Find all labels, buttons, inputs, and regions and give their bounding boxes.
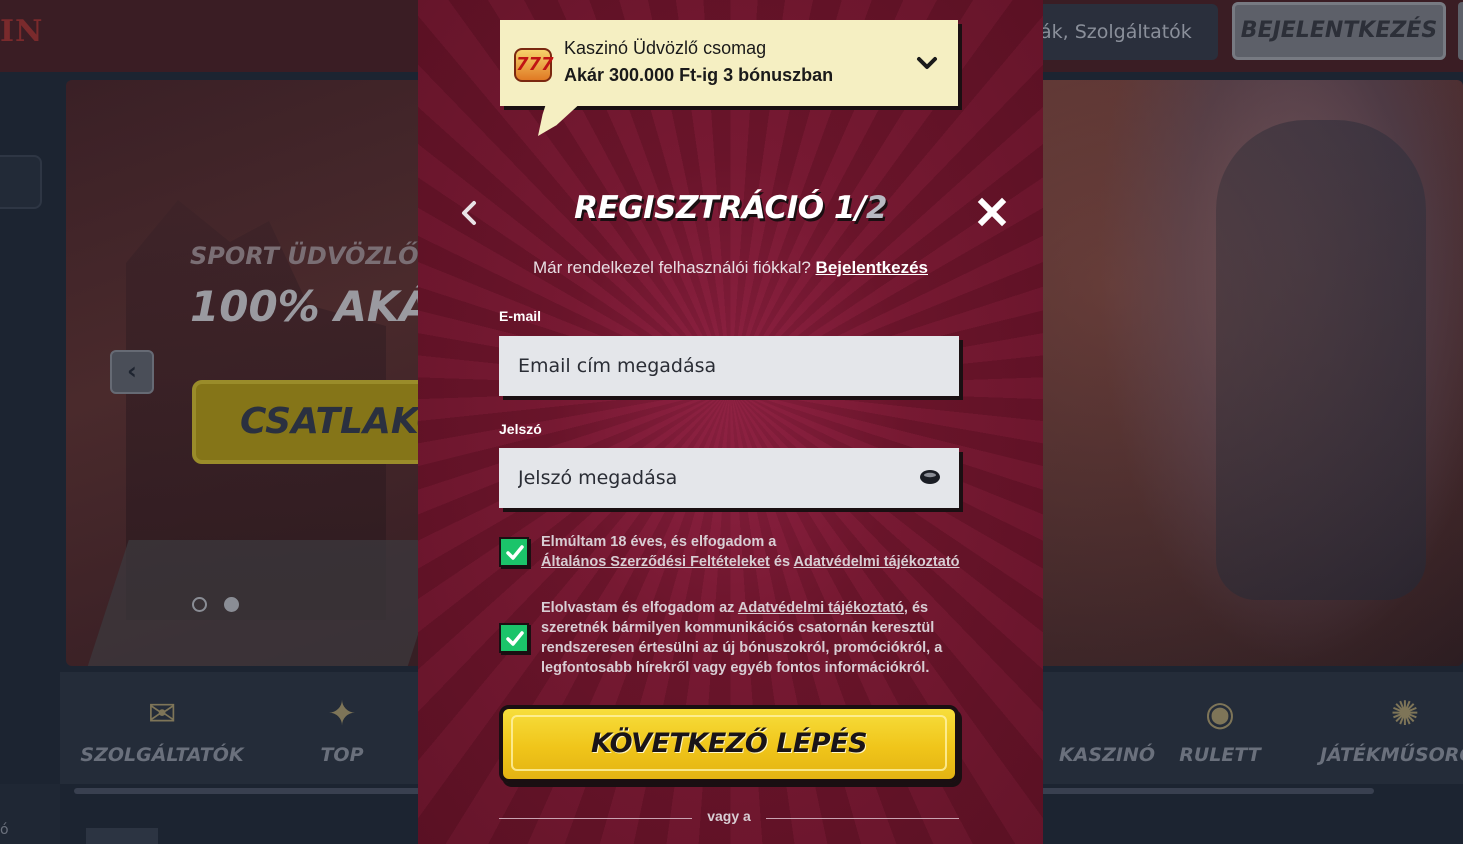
privacy-link[interactable]: Adatvédelmi tájékoztató <box>794 554 960 570</box>
sidebar-bottom: ó <box>0 784 60 844</box>
scroll-icon: ✉ <box>147 694 177 734</box>
consent-text: és <box>769 554 794 570</box>
checkmark-icon <box>506 545 524 560</box>
category-label: TOP <box>320 744 364 766</box>
marketing-consent: Elolvastam és elfogadom az Adatvédelmi t… <box>541 598 971 678</box>
header-extra-button[interactable] <box>1458 2 1463 60</box>
email-label: E-mail <box>499 308 542 324</box>
password-label: Jelszó <box>499 421 542 437</box>
banner-glow <box>1096 80 1463 666</box>
checkmark-icon <box>506 631 524 646</box>
close-icon[interactable] <box>976 196 1008 228</box>
shuriken-icon: ✦ <box>327 694 357 734</box>
bonus-subtitle: Akár 300.000 Ft-ig 3 bónuszban <box>564 65 834 85</box>
casino-icon <box>1085 692 1129 736</box>
game-card[interactable] <box>86 828 158 844</box>
consent-text: Elmúltam 18 éves, és elfogadom a <box>541 534 777 550</box>
category-top[interactable]: ✦ TOP <box>257 692 427 766</box>
login-prompt-text: Már rendelkezel felhasználói fiókkal? <box>533 258 811 277</box>
age-terms-consent: Elmúltam 18 éves, és elfogadom a Általán… <box>541 532 971 572</box>
header-login-button[interactable]: BEJELENTKEZÉS <box>1232 2 1446 60</box>
chevron-down-icon[interactable] <box>912 48 942 78</box>
banner-city-illustration <box>126 200 386 620</box>
bonus-selector[interactable] <box>500 20 958 106</box>
carousel-dot-2[interactable] <box>224 597 239 612</box>
category-label: SZOLGÁLTATÓK <box>80 744 244 766</box>
category-label: JÁTÉKMŰSOROK <box>1320 744 1463 766</box>
terms-link[interactable]: Általános Szerződési Feltételeket <box>541 554 770 570</box>
site-logo[interactable]: IN <box>0 14 43 49</box>
banner-rooftop-illustration <box>83 540 449 666</box>
email-field[interactable] <box>499 336 959 396</box>
roulette-icon: ◉ <box>1205 694 1235 734</box>
category-roulette[interactable]: ◉ RULETT <box>1135 692 1305 766</box>
consent-text: Elolvastam és elfogadom az <box>541 600 738 616</box>
email-field-wrapper <box>499 336 959 396</box>
login-prompt: Már rendelkezel felhasználói fiókkal? Be… <box>418 258 1043 278</box>
title-separator: / <box>854 190 866 226</box>
category-label: RULETT <box>1179 744 1261 766</box>
carousel-dot-1[interactable] <box>192 597 207 612</box>
wheel-icon: ✺ <box>1390 694 1420 734</box>
slot-777-icon: 777 <box>514 48 554 82</box>
banner-hero-character <box>1216 120 1426 600</box>
title-step-total: 2 <box>865 190 888 226</box>
sidebar-toggle[interactable] <box>0 155 42 209</box>
banner-prev-arrow-icon[interactable]: ‹ <box>110 350 154 394</box>
next-step-label: KÖVETKEZŐ LÉPÉS <box>590 728 868 759</box>
divider-rule <box>766 818 959 819</box>
registration-modal: 777 Kaszinó Üdvözlő csomag Akár 300.000 … <box>418 0 1043 844</box>
title-step: REGISZTRÁCIÓ 1 <box>574 190 855 226</box>
login-link[interactable]: Bejelentkezés <box>816 258 928 277</box>
privacy-link[interactable]: Adatvédelmi tájékoztató <box>738 600 904 616</box>
or-divider: vagy a <box>499 808 959 828</box>
eye-icon[interactable] <box>919 468 941 486</box>
next-step-button[interactable]: KÖVETKEZŐ LÉPÉS <box>499 705 959 783</box>
password-field[interactable] <box>499 448 959 508</box>
category-providers[interactable]: ✉ SZOLGÁLTATÓK <box>77 692 247 766</box>
or-text: vagy a <box>707 808 751 824</box>
marketing-checkbox[interactable] <box>499 623 529 653</box>
bonus-title: Kaszinó Üdvözlő csomag <box>564 38 767 58</box>
password-field-wrapper <box>499 448 959 508</box>
modal-title: REGISZTRÁCIÓ 1/2 <box>418 190 1043 226</box>
category-gameshows[interactable]: ✺ JÁTÉKMŰSOROK <box>1320 692 1463 766</box>
age-terms-checkbox[interactable] <box>499 537 529 567</box>
